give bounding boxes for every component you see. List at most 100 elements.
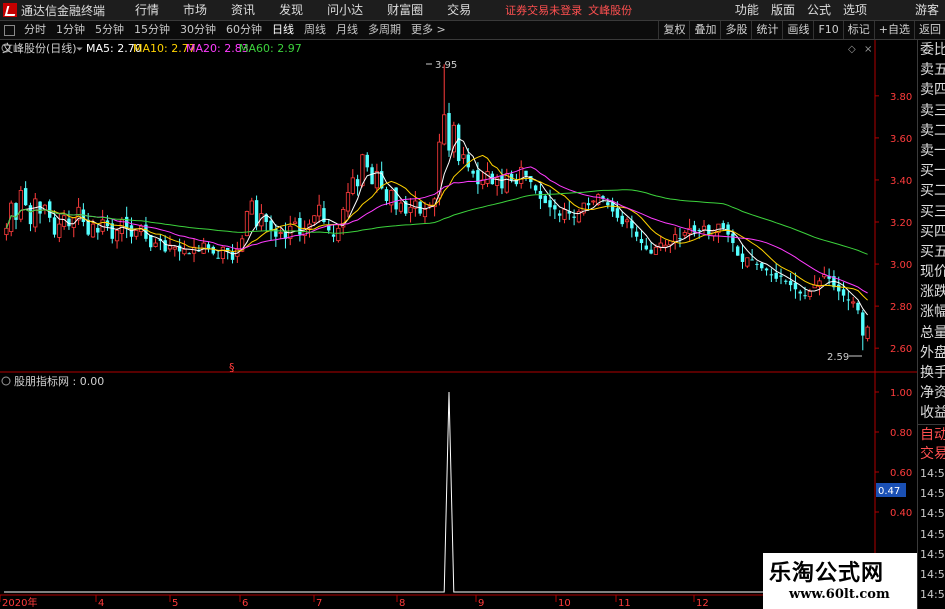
- f10-button[interactable]: F10: [813, 21, 842, 39]
- tab-daily[interactable]: 日线: [267, 21, 299, 39]
- candle-body: [398, 202, 404, 212]
- candle-body: [740, 253, 745, 262]
- panel-toggle-icon[interactable]: [4, 24, 15, 36]
- candle-body: [466, 154, 470, 168]
- indicator-label: 股朋指标网 : 0.00: [14, 374, 104, 388]
- kline-chart-svg[interactable]: 文峰股份(日线) ⏷ MA5: 2.70 MA10: 2.77 MA20: 2.…: [0, 40, 917, 609]
- candle-body: [846, 299, 851, 301]
- candle-body: [96, 227, 100, 233]
- menu-quotes[interactable]: 行情: [123, 0, 171, 21]
- statistics-button[interactable]: 统计: [751, 21, 782, 39]
- sub-y-axis: 1.00 0.80 0.60 0.40: [875, 388, 912, 519]
- candle-body: [451, 124, 456, 153]
- high-label: 3.95: [435, 60, 457, 71]
- candle-body: [543, 195, 547, 204]
- candle-body: [447, 113, 451, 151]
- tab-weekly[interactable]: 周线: [299, 21, 331, 39]
- x-tick-label: 10: [558, 598, 571, 609]
- menu-options[interactable]: 选项: [837, 0, 873, 21]
- overlay-button[interactable]: 叠加: [689, 21, 720, 39]
- quote-item: 换手: [920, 365, 945, 381]
- draw-line-button[interactable]: 画线: [782, 21, 813, 39]
- candle-body: [292, 221, 298, 224]
- trade-time: 14:56: [920, 507, 945, 521]
- candle-body: [471, 170, 475, 174]
- quote-item: 买二: [920, 183, 945, 200]
- x-tick-label: 8: [399, 598, 405, 609]
- tab-monthly[interactable]: 月线: [331, 21, 363, 39]
- multi-stock-button[interactable]: 多股: [720, 21, 751, 39]
- main-y-tick-label: 2.80: [890, 302, 912, 313]
- sub-y-tick-label: 0.60: [890, 468, 912, 479]
- sub-settings-icon[interactable]: [1, 376, 11, 386]
- menu-discover[interactable]: 发现: [267, 0, 315, 21]
- candle-body: [52, 217, 57, 235]
- chart-area[interactable]: 文峰股份(日线) ⏷ MA5: 2.70 MA10: 2.77 MA20: 2.…: [0, 40, 917, 609]
- adjust-button[interactable]: 复权: [658, 21, 689, 39]
- trade-time: 14:56: [920, 527, 945, 541]
- menu-layout[interactable]: 版面: [765, 0, 801, 21]
- candle-body: [269, 220, 273, 231]
- diamond-icon[interactable]: ◇: [848, 44, 856, 55]
- candle-body: [615, 208, 620, 218]
- candle-body: [856, 302, 860, 311]
- title-bar: 通达信金融终端 行情 市场 资讯 发现 问小达 财富圈 交易 证券交易未登录 文…: [0, 0, 945, 21]
- dividend-mark[interactable]: §: [229, 361, 235, 374]
- candle-body: [841, 289, 846, 296]
- candle-body: [365, 154, 369, 168]
- trade-item[interactable]: 自动: [918, 423, 945, 444]
- menu-news[interactable]: 资讯: [219, 0, 267, 21]
- main-y-tick-label: 3.40: [890, 176, 912, 187]
- ma60-legend: MA60: 2.97: [239, 42, 302, 55]
- menu-formula[interactable]: 公式: [801, 0, 837, 21]
- trade-item[interactable]: 交易: [918, 444, 945, 464]
- tab-60min[interactable]: 60分钟: [221, 21, 267, 39]
- quote-item: 买四: [920, 223, 945, 240]
- tab-intraday[interactable]: 分时: [19, 21, 51, 39]
- candle-body: [476, 170, 480, 185]
- candle-body: [172, 246, 177, 250]
- candle-body: [639, 239, 644, 244]
- menu-ask[interactable]: 问小达: [315, 0, 375, 21]
- menu-function[interactable]: 功能: [729, 0, 765, 21]
- candle-body: [249, 200, 254, 215]
- candle-body: [591, 200, 596, 203]
- guest-user[interactable]: 游客: [909, 0, 945, 21]
- legend-toggle-icon[interactable]: ⏷: [75, 45, 83, 55]
- candle-body: [153, 242, 158, 247]
- candle-body: [624, 219, 630, 223]
- candle-body: [187, 253, 191, 255]
- candle-body: [774, 272, 778, 279]
- candle-body: [149, 234, 153, 248]
- quote-item: 涨幅: [920, 304, 945, 321]
- back-button[interactable]: 返回: [914, 21, 945, 39]
- candle-body: [211, 246, 215, 254]
- menu-market[interactable]: 市场: [171, 0, 219, 21]
- tab-15min[interactable]: 15分钟: [129, 21, 175, 39]
- period-toolbar: 分时 1分钟 5分钟 15分钟 30分钟 60分钟 日线 周线 月线 多周期 更…: [0, 21, 945, 40]
- mark-button[interactable]: 标记: [842, 21, 874, 39]
- watermark-name: 乐淘公式网: [769, 561, 885, 586]
- main-y-axis: 3.80 3.60 3.40 3.20 3.00 2.80 2.60: [875, 92, 912, 355]
- tab-multi-period[interactable]: 多周期: [363, 21, 406, 39]
- tab-more[interactable]: 更多 >: [406, 21, 451, 39]
- menu-trade[interactable]: 交易: [435, 0, 483, 21]
- trade-time: 14:56: [920, 487, 945, 501]
- close-icon[interactable]: ×: [864, 44, 872, 55]
- candle-body: [634, 231, 639, 237]
- low-label: 2.59: [827, 352, 849, 363]
- tab-30min[interactable]: 30分钟: [175, 21, 221, 39]
- main-y-tick-label: 3.20: [890, 218, 912, 229]
- candle-body: [649, 249, 653, 254]
- tab-5min[interactable]: 5分钟: [90, 21, 129, 39]
- candle-body: [861, 312, 865, 336]
- add-watchlist-button[interactable]: +自选: [873, 21, 914, 39]
- candle-body: [644, 245, 648, 250]
- candle-body: [788, 280, 793, 286]
- candle-body: [336, 227, 341, 242]
- tab-1min[interactable]: 1分钟: [51, 21, 90, 39]
- candle-body: [114, 230, 120, 242]
- menu-wealth[interactable]: 财富圈: [375, 0, 435, 21]
- trade-time: 14:56: [918, 605, 945, 609]
- login-warning[interactable]: 证券交易未登录: [505, 2, 582, 18]
